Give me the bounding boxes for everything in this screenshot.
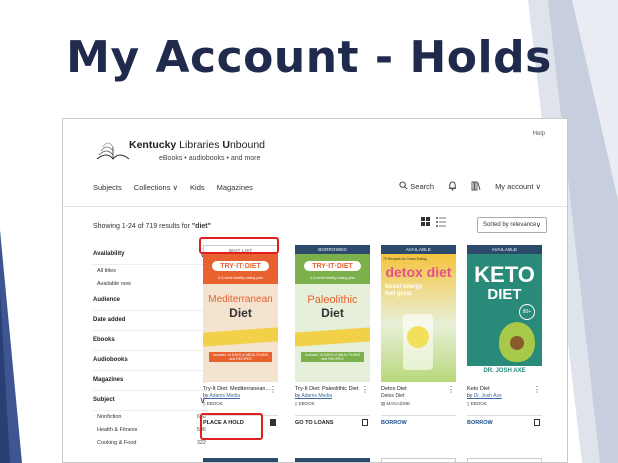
search-button[interactable]: Search: [399, 181, 434, 191]
facet-availability[interactable]: Availability∨: [93, 245, 208, 265]
nav-magazines[interactable]: Magazines: [217, 183, 253, 192]
status-badge: AVAILABLE: [381, 245, 456, 254]
book-logo-icon: [96, 142, 130, 160]
bell-icon[interactable]: [448, 181, 457, 191]
status-badge: AVAILABLE: [467, 245, 542, 254]
next-row-status: [295, 458, 370, 462]
facet-subject[interactable]: Subject ∨: [93, 391, 208, 411]
site-brand[interactable]: Kentucky Libraries Unbound: [129, 139, 265, 151]
main-nav: Subjects Collections ∨ Kids Magazines: [93, 183, 253, 192]
place-hold-highlight: [200, 413, 263, 440]
nav-collections[interactable]: Collections ∨: [134, 183, 178, 192]
facet-audiobooks[interactable]: Audiobooks›: [93, 351, 208, 371]
bookmark-icon: [270, 419, 276, 426]
title-card: AVAILABLE 70 Recipes for Clean Eating de…: [381, 245, 456, 455]
nav-subjects[interactable]: Subjects: [93, 183, 122, 192]
facet-ebooks[interactable]: Ebooks›: [93, 331, 208, 351]
nav-kids[interactable]: Kids: [190, 183, 205, 192]
title-name[interactable]: Detox Diet: [381, 386, 456, 392]
wait-list-highlight: [199, 237, 279, 254]
status-badge: BORROWED: [295, 245, 370, 254]
book-cover[interactable]: TRY·IT·DIET A 3-week healthy eating plan…: [295, 254, 370, 382]
facet-option-health[interactable]: Health & Fitness 506: [93, 424, 208, 437]
title-name[interactable]: Keto Diet: [467, 386, 542, 392]
facet-option-available-now[interactable]: Available now: [93, 278, 208, 291]
results-count: Showing 1-24 of 719 results for "diet": [93, 223, 211, 230]
slide-decoration-left: [0, 230, 22, 463]
bookmark-icon: [362, 419, 368, 426]
facet-audience[interactable]: Audience›: [93, 291, 208, 311]
account-nav: Search My account ∨: [399, 181, 541, 191]
more-options-icon[interactable]: ⋮: [269, 385, 277, 394]
title-name[interactable]: Try-It Diet: Mediterranean...: [203, 386, 278, 392]
title-format: ▯ EBOOK: [203, 401, 223, 406]
facet-option-all-titles[interactable]: All titles: [93, 265, 208, 278]
more-options-icon[interactable]: ⋮: [447, 385, 455, 394]
view-toggle-icon[interactable]: [419, 215, 449, 231]
title-author[interactable]: by Adams Media: [295, 393, 370, 399]
facet-date-added[interactable]: Date added›: [93, 311, 208, 331]
search-label: Search: [410, 182, 435, 191]
search-icon: [399, 181, 408, 190]
book-cover[interactable]: TRY·IT·DIET A 3-week healthy eating plan…: [203, 254, 278, 382]
slide: My Account - Holds Help Kentucky Librari…: [0, 0, 618, 463]
my-account-menu[interactable]: My account ∨: [495, 182, 541, 191]
next-row-status: [381, 458, 456, 462]
libby-screenshot: Help Kentucky Libraries Unbound eBooks •…: [62, 118, 568, 463]
title-name[interactable]: Try-It Diet: Paleolithic Diet: [295, 386, 370, 392]
title-author[interactable]: by Adams Media: [203, 393, 278, 399]
chevron-down-icon: ∨: [535, 222, 541, 229]
more-options-icon[interactable]: ⋮: [533, 385, 541, 394]
facet-option-cooking[interactable]: Cooking & Food 322: [93, 437, 208, 450]
go-to-loans-button[interactable]: GO TO LOANS: [295, 415, 370, 426]
book-cover[interactable]: 70 Recipes for Clean Eating detox diet b…: [381, 254, 456, 382]
borrow-button[interactable]: BORROW: [467, 415, 542, 426]
site-tagline: eBooks • audiobooks • and more: [159, 155, 261, 162]
slide-title: My Account - Holds: [66, 32, 552, 83]
title-card: BORROWED TRY·IT·DIET A 3-week healthy ea…: [295, 245, 370, 455]
title-format: ▯ EBOOK: [467, 401, 487, 406]
help-link[interactable]: Help: [533, 131, 545, 137]
title-author[interactable]: Detox Diet: [381, 393, 456, 399]
title-format: ▯ EBOOK: [295, 401, 315, 406]
filter-sidebar: Availability∨ All titles Available now A…: [93, 245, 208, 450]
book-cover[interactable]: KETO DIET 80+ DR. JOSH AXE: [467, 254, 542, 382]
more-options-icon[interactable]: ⋮: [361, 385, 369, 394]
site-header: Help Kentucky Libraries Unbound eBooks •…: [63, 119, 567, 207]
facet-option-nonfiction[interactable]: Nonfiction 648: [93, 411, 208, 424]
title-card: AVAILABLE KETO DIET 80+ DR. JOSH AXE Ket…: [467, 245, 542, 455]
next-row-status: [467, 458, 542, 462]
title-format: ▤ MAGAZINE: [381, 401, 411, 406]
sort-select[interactable]: Sorted by relevance ∨: [477, 217, 547, 233]
title-author[interactable]: by Dr. Josh Axe: [467, 393, 542, 399]
facet-magazines[interactable]: Magazines›: [93, 371, 208, 391]
bookmark-icon: [534, 419, 540, 426]
borrow-button[interactable]: BORROW: [381, 415, 456, 426]
next-row-status: [203, 458, 278, 462]
shelf-icon[interactable]: [471, 181, 481, 191]
